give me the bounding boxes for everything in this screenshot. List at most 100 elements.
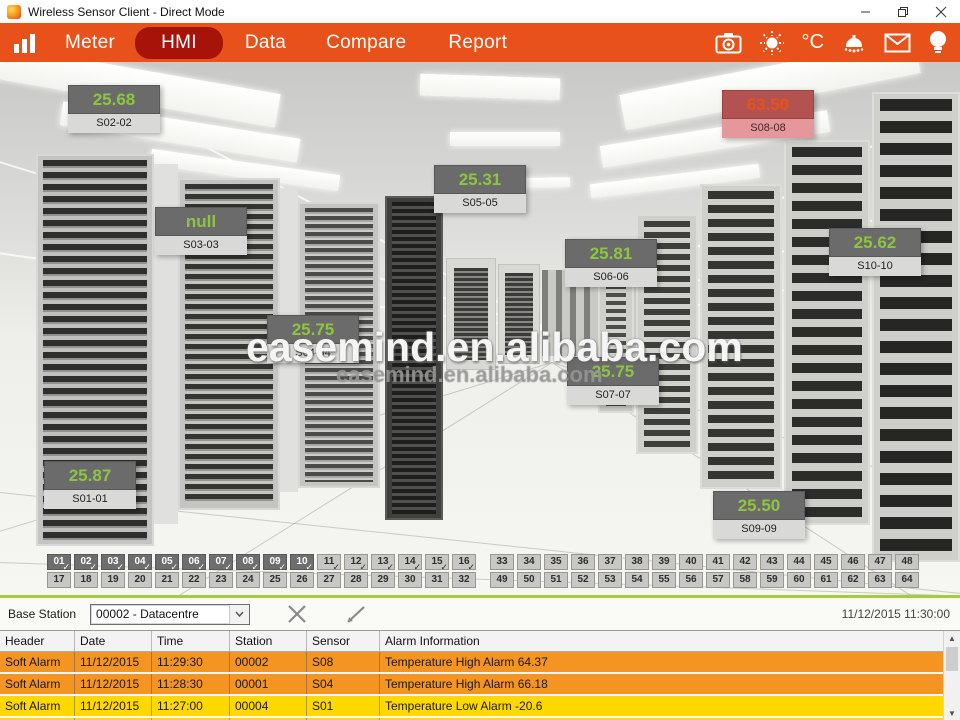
base-station-dropdown[interactable]: 00002 - Datacentre [90, 604, 250, 625]
channel-button-23[interactable]: 23 [209, 572, 233, 588]
cell-info: Temperature Low Alarm -20.6 [380, 696, 943, 716]
channel-button-54[interactable]: 54 [625, 572, 649, 588]
celsius-icon[interactable]: °C [802, 31, 824, 54]
channel-button-22[interactable]: 22 [182, 572, 206, 588]
mail-icon[interactable] [884, 33, 911, 53]
bulb-icon[interactable] [928, 30, 948, 56]
scroll-up-button[interactable]: ▲ [944, 631, 960, 646]
channel-button-03[interactable]: 03✓ [101, 554, 125, 570]
channel-button-63[interactable]: 63 [868, 572, 892, 588]
cell-date: 11/12/2015 [75, 674, 152, 694]
channel-button-32[interactable]: 32 [452, 572, 476, 588]
brightness-icon[interactable] [759, 30, 785, 56]
channel-button-27[interactable]: 27 [317, 572, 341, 588]
channel-button-51[interactable]: 51 [544, 572, 568, 588]
channel-button-59[interactable]: 59 [760, 572, 784, 588]
channel-button-34[interactable]: 34 [517, 554, 541, 570]
channel-button-42[interactable]: 42 [733, 554, 757, 570]
channel-button-17[interactable]: 17 [47, 572, 71, 588]
channel-button-02[interactable]: 02✓ [74, 554, 98, 570]
alarm-row[interactable]: Soft Alarm11/12/201511:29:3000002S08Temp… [0, 652, 943, 674]
column-header-sensor[interactable]: Sensor [307, 631, 380, 651]
channel-button-26[interactable]: 26 [290, 572, 314, 588]
channel-button-15[interactable]: 15✓ [425, 554, 449, 570]
column-header-date[interactable]: Date [75, 631, 152, 651]
channel-button-41[interactable]: 41 [706, 554, 730, 570]
channel-button-07[interactable]: 07✓ [209, 554, 233, 570]
channel-button-46[interactable]: 46 [841, 554, 865, 570]
channel-button-29[interactable]: 29 [371, 572, 395, 588]
channel-button-14[interactable]: 14✓ [398, 554, 422, 570]
window-controls [846, 0, 960, 23]
channel-button-04[interactable]: 04✓ [128, 554, 152, 570]
channel-button-43[interactable]: 43 [760, 554, 784, 570]
channel-button-44[interactable]: 44 [787, 554, 811, 570]
tab-hmi[interactable]: HMI [135, 27, 223, 59]
alarm-row[interactable]: Soft Alarm11/12/201511:27:0000004S01Temp… [0, 696, 943, 718]
alarm-row[interactable]: Soft Alarm11/12/201511:28:3000001S04Temp… [0, 674, 943, 696]
channel-button-21[interactable]: 21 [155, 572, 179, 588]
channel-button-48[interactable]: 48 [895, 554, 919, 570]
channel-button-09[interactable]: 09✓ [263, 554, 287, 570]
channel-button-47[interactable]: 47 [868, 554, 892, 570]
channel-button-40[interactable]: 40 [679, 554, 703, 570]
column-header-header[interactable]: Header [0, 631, 75, 651]
channel-button-55[interactable]: 55 [652, 572, 676, 588]
column-header-station[interactable]: Station [230, 631, 307, 651]
minimize-button[interactable] [846, 0, 884, 23]
channel-button-37[interactable]: 37 [598, 554, 622, 570]
channel-button-52[interactable]: 52 [571, 572, 595, 588]
edit-button[interactable] [344, 603, 368, 625]
channel-button-01[interactable]: 01✓ [47, 554, 71, 570]
channel-button-57[interactable]: 57 [706, 572, 730, 588]
channel-button-11[interactable]: 11✓ [317, 554, 341, 570]
channel-button-56[interactable]: 56 [679, 572, 703, 588]
channel-button-36[interactable]: 36 [571, 554, 595, 570]
scroll-thumb[interactable] [946, 647, 958, 671]
channel-button-61[interactable]: 61 [814, 572, 838, 588]
channel-button-08[interactable]: 08✓ [236, 554, 260, 570]
channel-button-25[interactable]: 25 [263, 572, 287, 588]
channel-button-19[interactable]: 19 [101, 572, 125, 588]
channel-button-05[interactable]: 05✓ [155, 554, 179, 570]
channel-button-24[interactable]: 24 [236, 572, 260, 588]
camera-icon[interactable] [715, 32, 742, 54]
channel-button-33[interactable]: 33 [490, 554, 514, 570]
scroll-down-button[interactable]: ▼ [944, 706, 960, 720]
channel-button-62[interactable]: 62 [841, 572, 865, 588]
channel-button-30[interactable]: 30 [398, 572, 422, 588]
channel-button-49[interactable]: 49 [490, 572, 514, 588]
channel-button-10[interactable]: 10✓ [290, 554, 314, 570]
channel-button-50[interactable]: 50 [517, 572, 541, 588]
restore-button[interactable] [884, 0, 922, 23]
column-header-time[interactable]: Time [152, 631, 230, 651]
channel-button-16[interactable]: 16✓ [452, 554, 476, 570]
channel-button-31[interactable]: 31 [425, 572, 449, 588]
column-header-alarm-information[interactable]: Alarm Information [380, 631, 943, 651]
channel-button-38[interactable]: 38 [625, 554, 649, 570]
channel-button-39[interactable]: 39 [652, 554, 676, 570]
close-button[interactable] [922, 0, 960, 23]
channel-button-35[interactable]: 35 [544, 554, 568, 570]
tab-compare[interactable]: Compare [326, 32, 406, 54]
tab-report[interactable]: Report [448, 32, 507, 54]
channel-button-06[interactable]: 06✓ [182, 554, 206, 570]
channel-button-53[interactable]: 53 [598, 572, 622, 588]
chart-icon[interactable] [14, 33, 35, 53]
channel-button-64[interactable]: 64 [895, 572, 919, 588]
clear-button[interactable] [286, 603, 308, 625]
channel-button-20[interactable]: 20 [128, 572, 152, 588]
channel-button-12[interactable]: 12✓ [344, 554, 368, 570]
channel-button-13[interactable]: 13✓ [371, 554, 395, 570]
channel-button-18[interactable]: 18 [74, 572, 98, 588]
alarm-bell-icon[interactable] [841, 31, 867, 55]
tab-data[interactable]: Data [245, 32, 286, 54]
tab-meter[interactable]: Meter [65, 32, 115, 54]
channel-button-45[interactable]: 45 [814, 554, 838, 570]
channel-button-58[interactable]: 58 [733, 572, 757, 588]
table-scrollbar[interactable]: ▲ ▼ [943, 631, 960, 720]
channel-button-60[interactable]: 60 [787, 572, 811, 588]
channel-button-28[interactable]: 28 [344, 572, 368, 588]
cell-station: 00002 [230, 652, 307, 672]
chevron-down-icon[interactable] [229, 605, 249, 624]
